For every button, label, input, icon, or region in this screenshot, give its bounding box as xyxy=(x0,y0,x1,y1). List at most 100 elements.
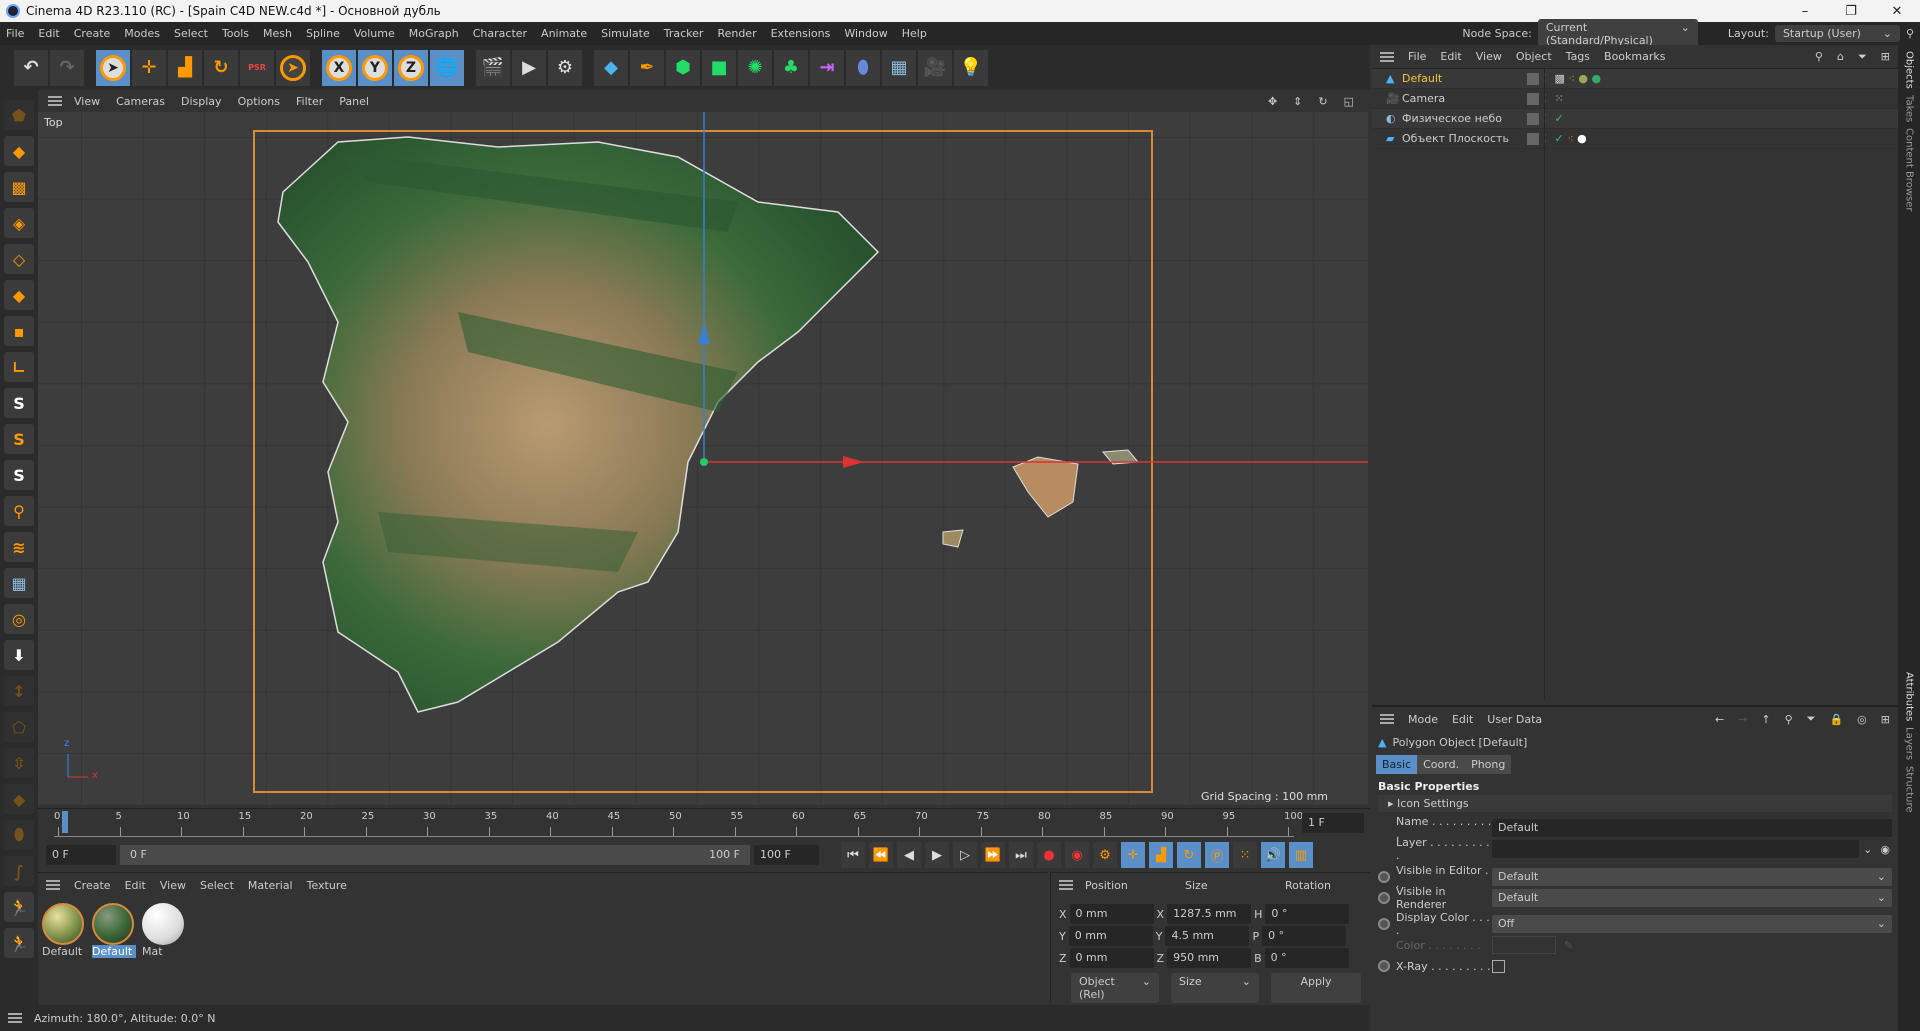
film-button[interactable]: ▥ xyxy=(1289,842,1313,868)
z-axis-button[interactable]: Z xyxy=(394,49,428,86)
undo-button[interactable]: ↶ xyxy=(14,49,48,86)
menu-help[interactable]: Help xyxy=(902,27,927,40)
menu-window[interactable]: Window xyxy=(844,27,887,40)
position-field[interactable]: 0 mm xyxy=(1068,926,1153,946)
timeline-ruler[interactable]: 0 5 10 15 20 25 30 35 40 45 50 55 60 65 70 75 80 85 90 95 10… xyxy=(38,808,1370,838)
camera-icon[interactable]: 🎥 xyxy=(918,49,952,86)
snap-icon[interactable]: S xyxy=(4,388,34,418)
play-button[interactable]: ▶ xyxy=(925,842,949,868)
magnet-icon[interactable]: ⚲ xyxy=(4,496,34,526)
model-mode-icon[interactable]: ◆ xyxy=(4,136,34,166)
previous-key-button[interactable]: ⏪ xyxy=(869,842,893,868)
material-swatch[interactable]: Default xyxy=(42,903,86,958)
mograph-icon[interactable]: ✺ xyxy=(738,49,772,86)
grid-icon[interactable]: ▦ xyxy=(4,568,34,598)
rotate-tool-button[interactable]: ↻ xyxy=(204,49,238,86)
tool-icon[interactable]: ⬠ xyxy=(4,712,34,742)
start-frame-field[interactable]: 0 F xyxy=(46,845,116,865)
sound-button[interactable]: 🔊 xyxy=(1261,842,1285,868)
extrude-icon[interactable]: ■ xyxy=(702,49,736,86)
x-axis-button[interactable]: X xyxy=(322,49,356,86)
up-arrow-icon[interactable]: ↑ xyxy=(1761,713,1770,726)
zoom-view-icon[interactable]: ⇕ xyxy=(1293,95,1302,108)
snap-settings-icon[interactable]: S xyxy=(4,424,34,454)
field-icon[interactable]: ⬮ xyxy=(846,49,880,86)
make-editable-icon[interactable]: ⬟ xyxy=(4,100,34,130)
side-tab-takes[interactable]: Takes xyxy=(1904,95,1915,122)
maximize-view-icon[interactable]: ◱ xyxy=(1344,95,1354,108)
menu-modes[interactable]: Modes xyxy=(124,27,160,40)
layer-edit-icon[interactable] xyxy=(1527,112,1539,125)
move-tool-button[interactable]: ✛ xyxy=(132,49,166,86)
key-scale-button[interactable]: ▟ xyxy=(1149,842,1173,868)
layer-field[interactable] xyxy=(1492,840,1860,858)
position-field[interactable]: 0 mm xyxy=(1069,948,1154,968)
object-row[interactable]: ▲Default⁚▩ ⁖ ● ● xyxy=(1372,69,1898,89)
menu-tracker[interactable]: Tracker xyxy=(664,27,704,40)
object-name[interactable]: Физическое небо xyxy=(1402,112,1527,125)
menu-tools[interactable]: Tools xyxy=(222,27,249,40)
animate-radio[interactable] xyxy=(1378,871,1390,883)
display-color-select[interactable]: Off ⌄ xyxy=(1492,915,1892,933)
solo-icon[interactable]: ⬇ xyxy=(4,640,34,670)
obj-menu-bookmarks[interactable]: Bookmarks xyxy=(1604,50,1665,63)
menu-extensions[interactable]: Extensions xyxy=(771,27,831,40)
object-name[interactable]: Объект Плоскость xyxy=(1402,132,1527,145)
menu-render[interactable]: Render xyxy=(717,27,756,40)
tool-icon[interactable]: ⇳ xyxy=(4,748,34,778)
obj-menu-edit[interactable]: Edit xyxy=(1440,50,1461,63)
workplane-icon[interactable]: ≋ xyxy=(4,532,34,562)
search-icon[interactable]: ⚲ xyxy=(1785,713,1793,726)
attr-menu-mode[interactable]: Mode xyxy=(1408,713,1438,726)
axis-mode-icon[interactable]: ∟ xyxy=(4,352,34,382)
keyframe-selection-button[interactable]: ⚙ xyxy=(1093,842,1117,868)
go-to-start-button[interactable]: ⏮ xyxy=(841,842,865,868)
menu-spline[interactable]: Spline xyxy=(306,27,340,40)
layout-select[interactable]: Startup (User) ⌄ xyxy=(1774,25,1900,42)
render-picture-viewer-button[interactable]: ▶ xyxy=(512,49,546,86)
mat-menu-material[interactable]: Material xyxy=(248,879,293,892)
key-pla-button[interactable]: ⁙ xyxy=(1233,842,1257,868)
obj-menu-object[interactable]: Object xyxy=(1516,50,1552,63)
scale-tool-button[interactable]: ▟ xyxy=(168,49,202,86)
menu-simulate[interactable]: Simulate xyxy=(601,27,650,40)
xray-checkbox[interactable] xyxy=(1492,959,1505,973)
new-window-icon[interactable]: ⊞ xyxy=(1881,50,1890,63)
object-name[interactable]: Camera xyxy=(1402,92,1527,105)
render-view-button[interactable]: 🎬 xyxy=(476,49,510,86)
tool-icon[interactable]: ◆ xyxy=(4,784,34,814)
layer-edit-icon[interactable] xyxy=(1527,132,1539,145)
current-frame-field[interactable]: 1 F xyxy=(1302,813,1364,833)
apply-button[interactable]: Apply xyxy=(1271,973,1361,1003)
coordinate-system-button[interactable]: 🌐 xyxy=(430,49,464,86)
rotation-field[interactable]: 0 ° xyxy=(1265,904,1350,924)
pen-icon[interactable]: ✒ xyxy=(630,49,664,86)
key-rotation-button[interactable]: ↻ xyxy=(1177,842,1201,868)
attr-menu-edit[interactable]: Edit xyxy=(1452,713,1473,726)
visible-editor-select[interactable]: Default ⌄ xyxy=(1492,868,1892,886)
side-tab-structure[interactable]: Structure xyxy=(1904,766,1915,813)
polygons-mode-icon[interactable]: ◆ xyxy=(4,280,34,310)
rotation-field[interactable]: 0 ° xyxy=(1264,948,1349,968)
search-icon[interactable]: ⚲ xyxy=(1906,27,1914,40)
home-icon[interactable]: ⌂ xyxy=(1837,50,1844,63)
hamburger-icon[interactable] xyxy=(8,1013,22,1023)
search-icon[interactable]: ⚲ xyxy=(1815,50,1823,63)
animate-radio[interactable] xyxy=(1378,918,1390,930)
move-view-icon[interactable]: ✥ xyxy=(1268,95,1277,108)
tool-icon[interactable]: ∫ xyxy=(4,856,34,886)
animate-radio[interactable] xyxy=(1378,892,1390,904)
size-mode-select[interactable]: Size ⌄ xyxy=(1171,973,1259,1003)
node-space-select[interactable]: Current (Standard/Physical) ⌄ xyxy=(1537,18,1698,49)
viewport-menu-filter[interactable]: Filter xyxy=(296,95,323,108)
lock-icon[interactable]: 🔒 xyxy=(1829,713,1843,726)
cube-icon[interactable]: ◆ xyxy=(594,49,628,86)
coordinate-mode-select[interactable]: Object (Rel) ⌄ xyxy=(1071,973,1159,1003)
animate-radio[interactable] xyxy=(1378,960,1390,972)
viewport-menu-display[interactable]: Display xyxy=(181,95,222,108)
points-mode-icon[interactable]: ◈ xyxy=(4,208,34,238)
end-frame-field[interactable]: 100 F xyxy=(754,845,819,865)
tool-icon[interactable]: ↕ xyxy=(4,676,34,706)
redo-button[interactable]: ↷ xyxy=(50,49,84,86)
hamburger-icon[interactable] xyxy=(1380,51,1394,62)
